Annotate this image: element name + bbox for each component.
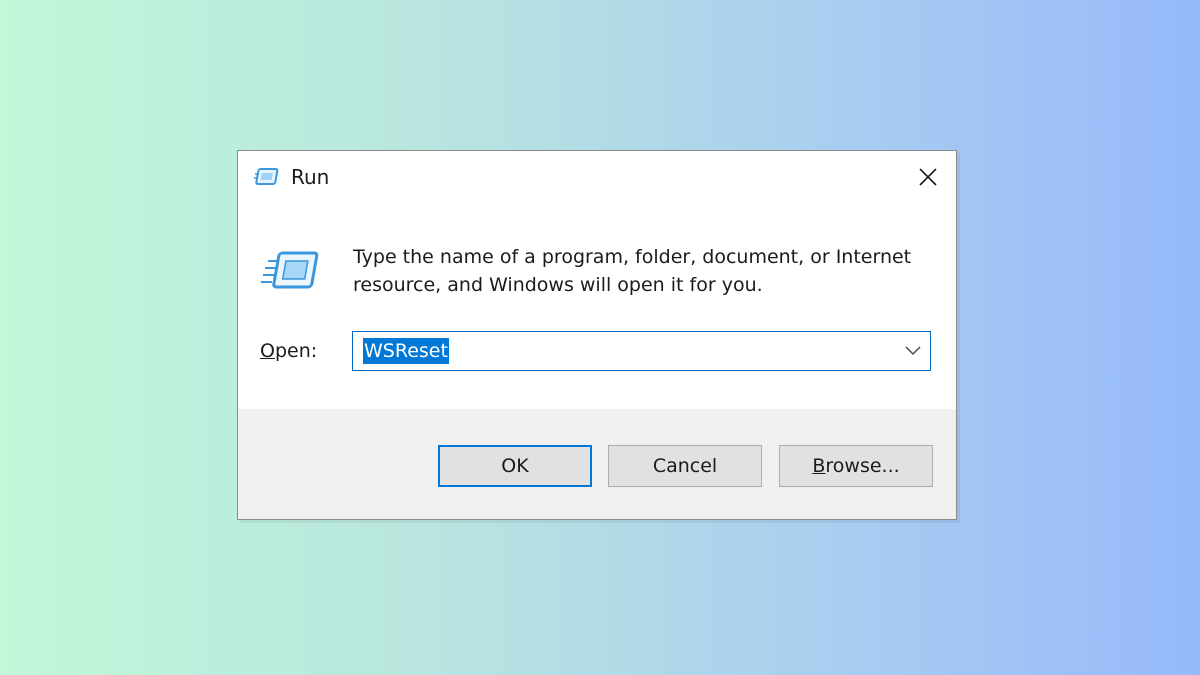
open-input-value[interactable]: WSReset	[363, 338, 449, 364]
open-combobox[interactable]: WSReset	[352, 331, 931, 371]
close-button[interactable]	[906, 157, 950, 197]
title-bar[interactable]: Run	[238, 151, 956, 207]
close-icon	[919, 168, 937, 186]
browse-button[interactable]: Browse...	[779, 445, 933, 487]
button-bar: OK Cancel Browse...	[238, 409, 956, 519]
dialog-description: Type the name of a program, folder, docu…	[353, 243, 933, 299]
dropdown-button[interactable]	[902, 340, 924, 362]
run-dialog: Run Type the name of a program, folder, …	[237, 150, 957, 520]
cancel-button[interactable]: Cancel	[608, 445, 762, 487]
run-program-icon	[261, 251, 319, 289]
open-label-text: pen:	[274, 340, 318, 362]
run-icon	[254, 168, 279, 185]
open-label: Open:	[260, 340, 317, 362]
description-line-2: resource, and Windows will open it for y…	[353, 274, 763, 296]
browse-label: rowse...	[825, 455, 900, 477]
ok-button[interactable]: OK	[438, 445, 592, 487]
chevron-down-icon	[905, 346, 921, 356]
browse-accelerator: B	[812, 455, 826, 477]
description-line-1: Type the name of a program, folder, docu…	[353, 246, 912, 268]
open-label-accelerator: O	[260, 340, 275, 362]
dialog-title: Run	[291, 165, 330, 189]
